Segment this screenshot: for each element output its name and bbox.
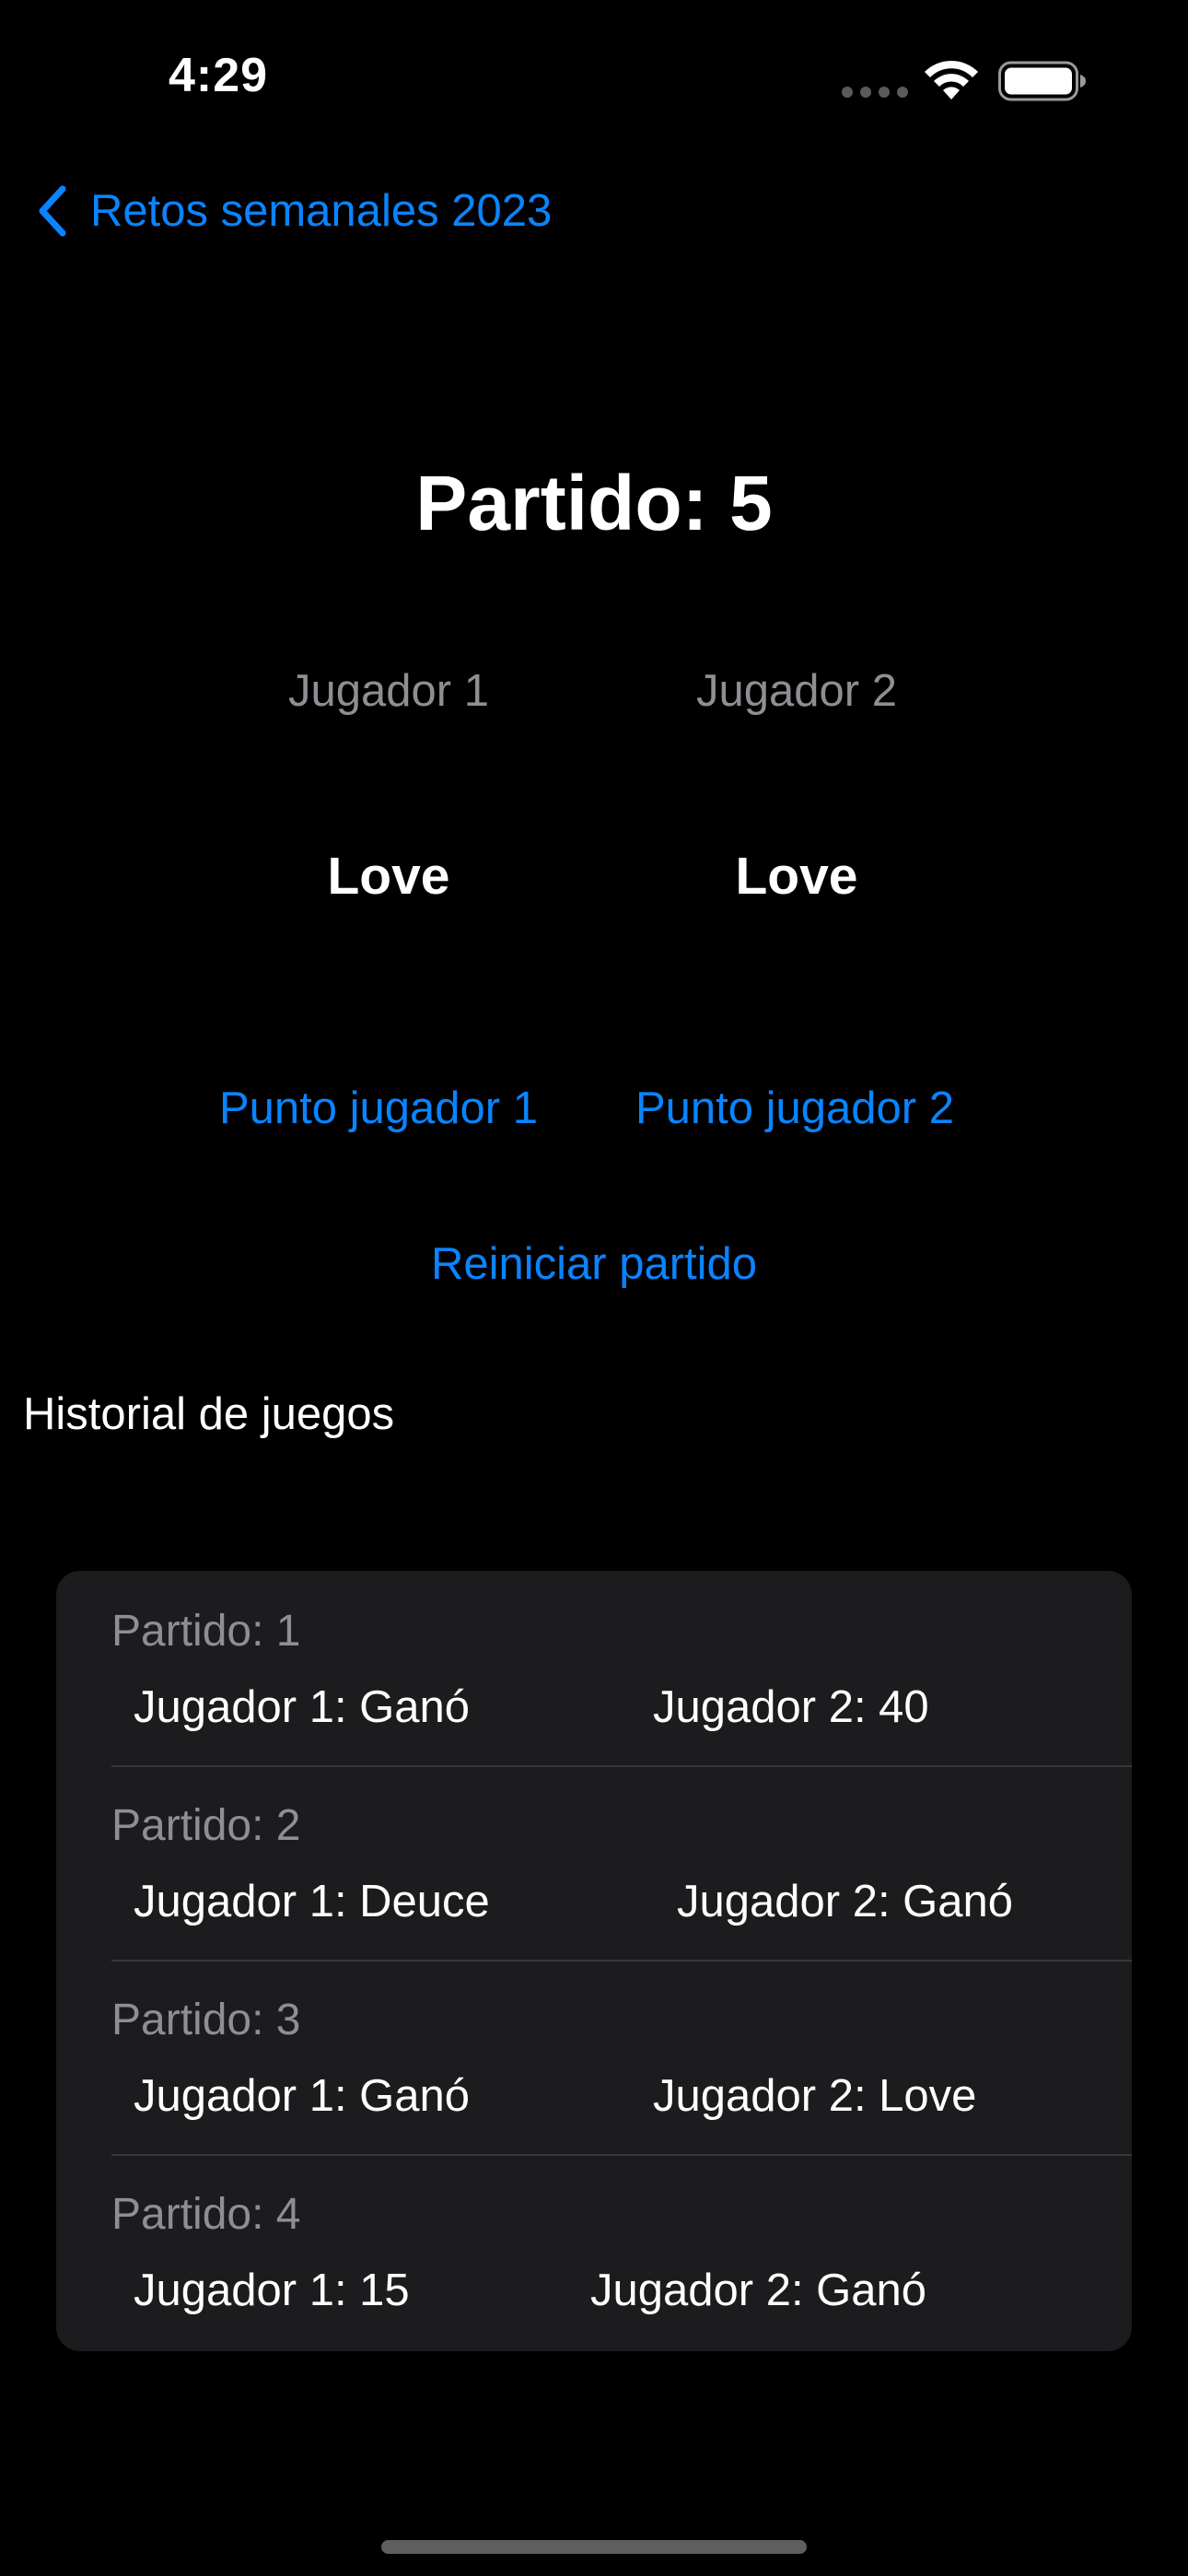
point-player2-button[interactable]: Punto jugador 2	[635, 1083, 954, 1134]
back-button-label: Retos semanales 2023	[90, 186, 553, 236]
reset-match-button[interactable]: Reiniciar partido	[0, 1238, 1188, 1290]
chevron-left-icon	[39, 185, 66, 237]
wifi-icon	[925, 60, 978, 100]
history-row: Partido: 2 Jugador 1: Deuce Jugador 2: G…	[56, 1765, 1132, 1960]
status-time: 4:29	[169, 49, 269, 102]
cellular-dots-icon	[842, 87, 908, 98]
history-list: Partido: 1 Jugador 1: Ganó Jugador 2: 40…	[56, 1571, 1132, 2351]
history-row-player2: Jugador 2: Ganó	[590, 2266, 927, 2315]
back-button[interactable]: Retos semanales 2023	[33, 179, 552, 243]
battery-icon	[998, 61, 1086, 101]
history-heading: Historial de juegos	[23, 1389, 395, 1439]
status-bar: 4:29	[0, 0, 1188, 147]
history-row-player2: Jugador 2: 40	[653, 1682, 929, 1732]
history-row-player1: Jugador 1: Ganó	[134, 2071, 471, 2121]
history-row-title: Partido: 4	[111, 2190, 301, 2239]
history-row-player1: Jugador 1: Ganó	[134, 1682, 471, 1732]
history-row: Partido: 3 Jugador 1: Ganó Jugador 2: Lo…	[56, 1960, 1132, 2154]
history-row-player2: Jugador 2: Ganó	[677, 1877, 1014, 1926]
match-title: Partido: 5	[415, 460, 773, 546]
history-row-player2: Jugador 2: Love	[653, 2071, 977, 2121]
history-row-player1: Jugador 1: Deuce	[134, 1877, 490, 1926]
history-row-title: Partido: 2	[111, 1801, 301, 1850]
history-row-title: Partido: 1	[111, 1607, 301, 1656]
player1-label: Jugador 1	[288, 666, 489, 716]
history-row-player1: Jugador 1: 15	[134, 2266, 410, 2315]
player1-score: Love	[327, 847, 450, 906]
player2-score: Love	[735, 847, 858, 906]
point-player1-button[interactable]: Punto jugador 1	[219, 1083, 538, 1134]
player2-label: Jugador 2	[696, 666, 897, 716]
history-row: Partido: 1 Jugador 1: Ganó Jugador 2: 40	[56, 1571, 1132, 1765]
history-row-title: Partido: 3	[111, 1996, 301, 2044]
home-indicator[interactable]	[381, 2540, 807, 2554]
history-row: Partido: 4 Jugador 1: 15 Jugador 2: Ganó	[56, 2154, 1132, 2348]
